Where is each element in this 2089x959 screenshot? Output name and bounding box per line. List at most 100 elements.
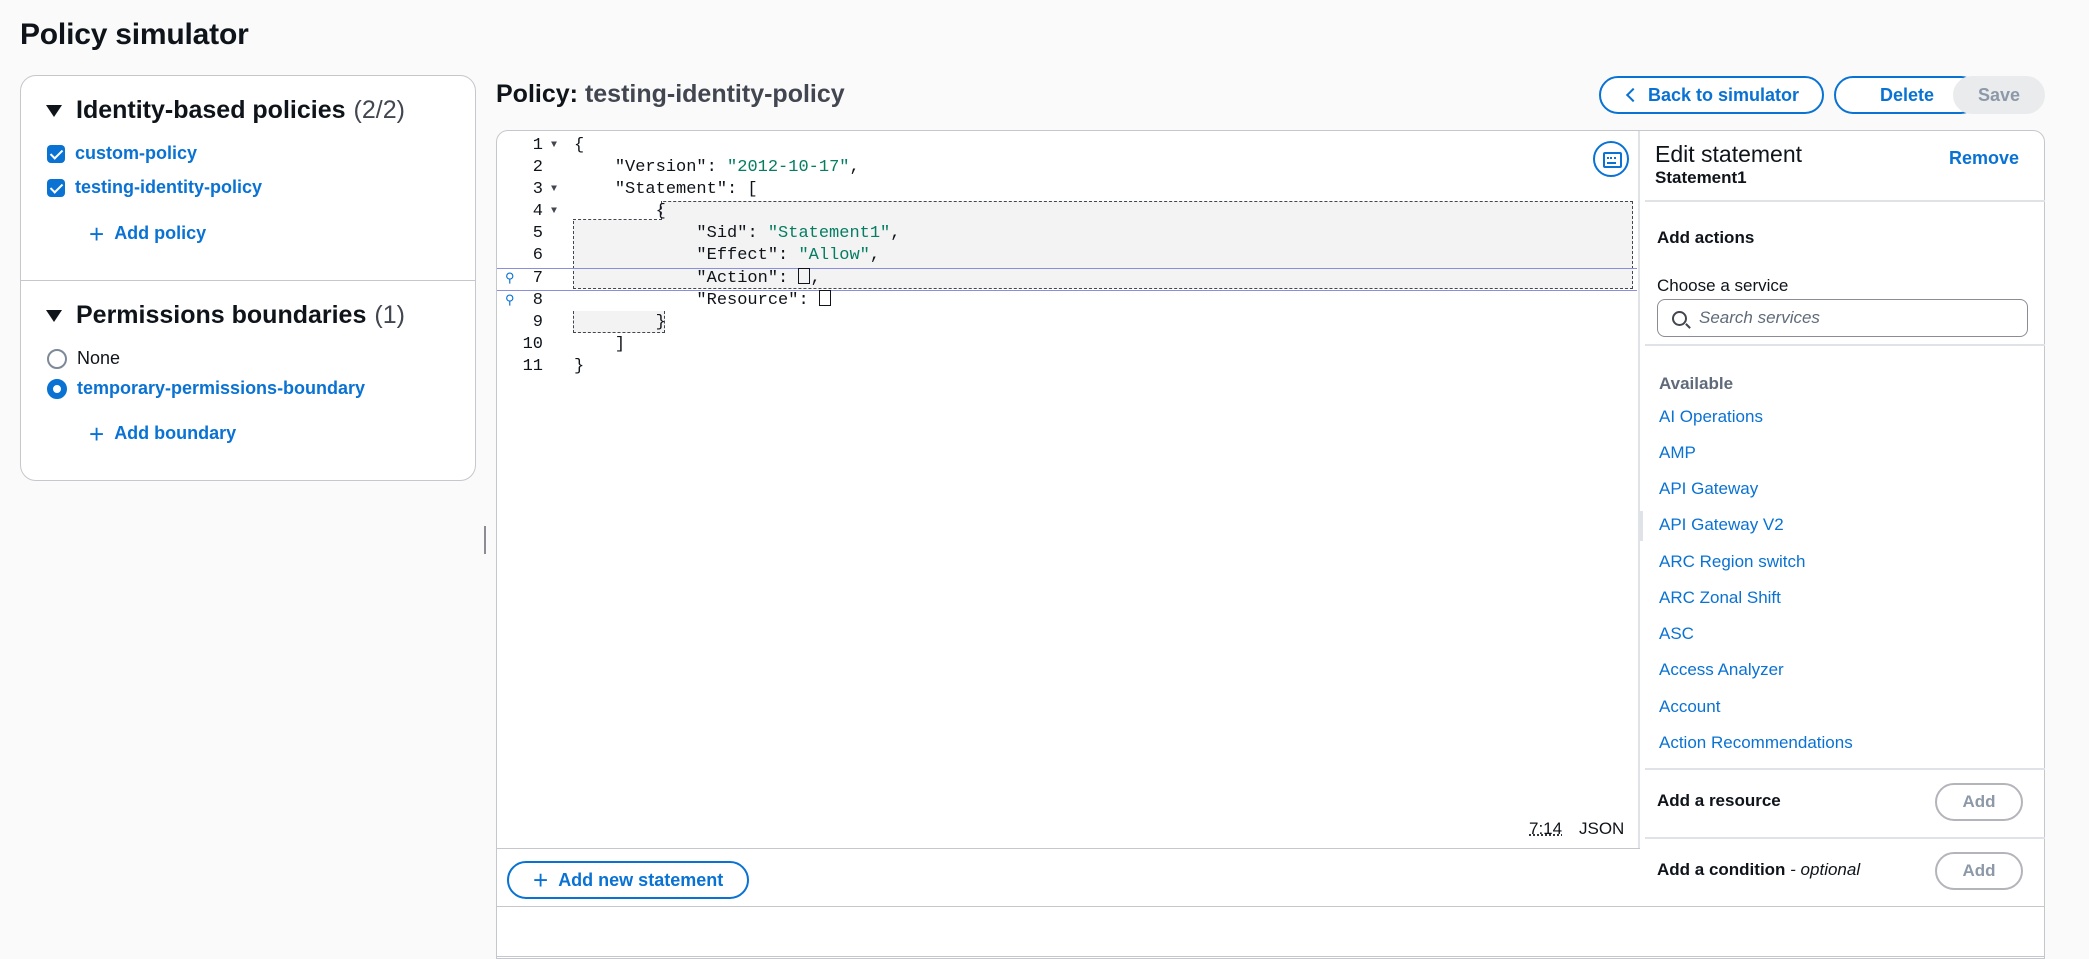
code-editor[interactable]: 1 ▼ { 2 "Version": "2012-10-17", 3 ▼ "St…	[497, 131, 1640, 848]
policy-link[interactable]: custom-policy	[75, 143, 197, 164]
code-text: "Version": "2012-10-17",	[614, 158, 860, 177]
code-line: 3 ▼ "Statement": [	[497, 179, 1640, 201]
service-link[interactable]: ASC	[1659, 624, 1694, 644]
boundaries-header[interactable]: Permissions boundaries (1)	[46, 301, 405, 330]
add-boundary-button[interactable]: + Add boundary	[89, 421, 236, 447]
plus-icon: +	[533, 865, 549, 895]
code-line: 2 "Version": "2012-10-17",	[497, 157, 1640, 179]
line-number: 8	[532, 291, 543, 310]
code-text: "Sid": "Statement1",	[696, 224, 901, 243]
policy-title: Policy: testing-identity-policy	[496, 80, 845, 109]
code-line: ⚲ 7 "Action": ,	[497, 268, 1640, 290]
panel-resize-handle[interactable]	[484, 526, 487, 554]
identity-policies-header[interactable]: Identity-based policies (2/2)	[46, 96, 405, 125]
divider	[1645, 200, 2045, 202]
code-text: "Statement": [	[614, 180, 758, 199]
editor-language: JSON	[1579, 819, 1625, 838]
boundary-radio-row[interactable]: temporary-permissions-boundary	[47, 378, 365, 399]
policy-title-prefix: Policy:	[496, 80, 578, 108]
policy-title-name: testing-identity-policy	[584, 80, 845, 108]
checkbox-checked-icon[interactable]	[47, 144, 65, 163]
code-line: 6 "Effect": "Allow",	[497, 245, 1640, 267]
code-line: 4 ▼ {	[497, 201, 1640, 223]
add-condition-label: Add a condition - optional	[1657, 860, 1861, 879]
boundaries-count: (1)	[374, 301, 405, 329]
service-link[interactable]: AI Operations	[1659, 407, 1763, 427]
empty-value-marker	[818, 290, 831, 306]
boundary-option-label[interactable]: None	[77, 348, 120, 369]
identity-policies-title: Identity-based policies	[76, 96, 346, 124]
line-number: 9	[532, 313, 543, 332]
identity-policies-count: (2/2)	[353, 96, 405, 124]
remove-statement-link[interactable]: Remove	[1949, 148, 2019, 169]
radio-icon[interactable]	[47, 348, 67, 369]
edit-statement-panel: Edit statement Statement1 Remove Add act…	[1639, 131, 2045, 906]
text-cursor	[798, 268, 811, 284]
fold-arrow-icon[interactable]: ▼	[551, 179, 557, 201]
add-policy-button[interactable]: + Add policy	[89, 221, 206, 247]
code-text: "Resource":	[574, 290, 831, 312]
code-text: "Action": ,	[696, 268, 821, 288]
search-services-input[interactable]: Search services	[1657, 299, 2028, 337]
caret-down-icon	[46, 309, 62, 322]
service-link[interactable]: Account	[1659, 697, 1720, 717]
divider	[1645, 344, 2045, 346]
service-link[interactable]: ARC Zonal Shift	[1659, 588, 1781, 608]
code-line: 5 "Sid": "Statement1",	[497, 223, 1640, 245]
boundary-option-link[interactable]: temporary-permissions-boundary	[77, 378, 365, 399]
service-link[interactable]: API Gateway	[1659, 479, 1758, 499]
code-text: "Effect": "Allow",	[696, 246, 881, 265]
service-link[interactable]: Action Recommendations	[1659, 733, 1853, 753]
code-line: 1 ▼ {	[497, 135, 1640, 157]
service-link[interactable]: API Gateway V2	[1659, 515, 1784, 535]
add-resource-button[interactable]: Add	[1935, 783, 2023, 821]
policy-checkbox-row[interactable]: custom-policy	[47, 143, 197, 164]
radio-selected-icon[interactable]	[47, 378, 67, 399]
add-resource-row: Add a resource Add	[1645, 770, 2045, 838]
section-divider	[21, 280, 475, 281]
boundary-radio-row[interactable]: None	[47, 348, 120, 369]
line-number: 11	[522, 357, 543, 376]
search-placeholder: Search services	[1699, 308, 1820, 327]
code-text: }	[574, 357, 585, 376]
line-number: 4	[532, 202, 543, 221]
service-link[interactable]: ARC Region switch	[1659, 552, 1805, 572]
caret-down-icon	[46, 104, 62, 117]
line-number: 7	[532, 269, 543, 288]
boundaries-title: Permissions boundaries	[76, 301, 367, 329]
policies-panel: Identity-based policies (2/2) custom-poli…	[20, 75, 476, 481]
add-actions-label: Add actions	[1657, 228, 1755, 247]
fold-arrow-icon[interactable]: ▼	[551, 201, 557, 223]
service-link[interactable]: AMP	[1659, 443, 1696, 463]
keyboard-icon[interactable]	[1593, 141, 1629, 177]
code-text: {	[655, 202, 666, 221]
policy-checkbox-row[interactable]: testing-identity-policy	[47, 177, 262, 198]
panel-resize-handle[interactable]	[1639, 511, 1643, 541]
code-text: ]	[614, 335, 626, 354]
statement-id: Statement1	[1655, 168, 1747, 187]
checkbox-checked-icon[interactable]	[47, 178, 65, 197]
policy-link[interactable]: testing-identity-policy	[75, 177, 262, 198]
code-line: ⚲ 8 "Resource":	[497, 290, 1640, 312]
available-label: Available	[1659, 374, 1734, 393]
choose-service-label: Choose a service	[1657, 276, 1789, 295]
chevron-left-icon	[1625, 87, 1641, 103]
code-text: {	[574, 136, 585, 155]
page-title: Policy simulator	[20, 18, 249, 51]
save-button[interactable]: Save	[1953, 76, 2045, 114]
add-condition-button[interactable]: Add	[1935, 852, 2023, 890]
delete-label: Delete	[1879, 84, 1935, 105]
fold-arrow-icon[interactable]: ▼	[551, 135, 557, 157]
code-line: 11 }	[497, 356, 1640, 378]
service-link[interactable]: Access Analyzer	[1659, 660, 1784, 680]
code-line: 10 ]	[497, 334, 1640, 356]
back-to-simulator-label: Back to simulator	[1647, 84, 1800, 105]
save-label: Save	[1977, 84, 2021, 105]
add-new-statement-button[interactable]: + Add new statement	[507, 861, 750, 899]
line-number: 6	[532, 246, 543, 265]
code-line: 9 }	[497, 312, 1640, 334]
search-icon	[1672, 310, 1687, 326]
code-text: }	[655, 313, 666, 332]
edit-statement-title: Edit statement	[1655, 141, 1803, 167]
back-to-simulator-button[interactable]: Back to simulator	[1599, 76, 1824, 114]
